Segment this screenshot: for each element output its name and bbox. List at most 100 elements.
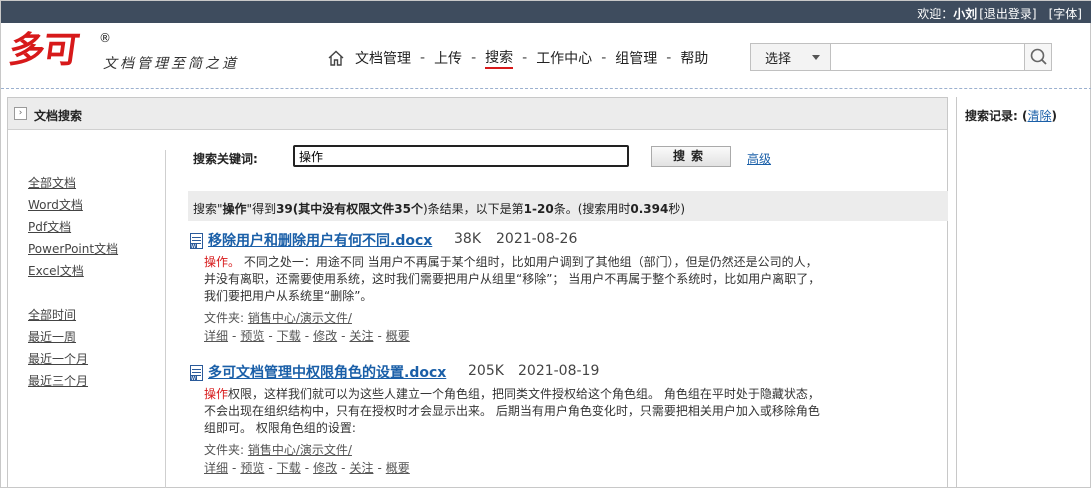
summary-text: 秒) [668, 202, 686, 216]
result-date: 2021-08-26 [496, 231, 578, 247]
summary-text: )条结果，以下是第 [422, 202, 524, 216]
filter-last-three-months[interactable]: 最近三个月 [28, 370, 88, 392]
filter-last-month[interactable]: 最近一个月 [28, 348, 88, 370]
time-filter-group: 全部时间 最近一周 最近一个月 最近三个月 [28, 304, 88, 392]
panel-title: 文档搜索 [34, 109, 83, 123]
summary-range: 1-20 [523, 202, 554, 216]
action-preview[interactable]: 预览 [240, 461, 264, 475]
snippet-highlight: 操作。 [204, 255, 241, 269]
nav-item-docs[interactable]: 文档管理 [355, 48, 411, 68]
summary-no-permission: 35个 [394, 202, 423, 216]
snippet-text: 权限，这样我们就可以为这些人建立一个角色组，把同类文件授权给这个角色组。 角色组… [204, 387, 820, 435]
clear-history-link[interactable]: 清除 [1027, 109, 1051, 123]
result-size: 205K [468, 363, 504, 379]
nav-separator: - [666, 50, 672, 66]
action-summary[interactable]: 概要 [386, 461, 410, 475]
result-folder: 文件夹: 销售中心/演示文件/ [204, 441, 352, 458]
folder-label: 文件夹: [204, 443, 248, 457]
action-download[interactable]: 下载 [277, 329, 301, 343]
snippet-text: 不同之处一：用途不同 当用户不再属于某个组时，比如用户调到了其他组（部门），但是… [204, 255, 821, 303]
chevron-down-icon [812, 55, 820, 60]
nav-item-groups[interactable]: 组管理 [615, 48, 657, 68]
action-preview[interactable]: 预览 [240, 329, 264, 343]
logout-link[interactable]: [退出登录] [979, 7, 1036, 21]
result-snippet: 操作权限，这样我们就可以为这些人建立一个角色组，把同类文件授权给这个角色组。 角… [204, 386, 822, 437]
result-title[interactable]: 多可文档管理中权限角色的设置.docx [208, 362, 446, 382]
nav-separator: - [471, 50, 477, 66]
registered-mark: ® [99, 31, 111, 45]
slogan: 文档管理至简之道 [103, 56, 239, 72]
advanced-search-link[interactable]: 高级 [747, 150, 771, 167]
search-history-label: 搜索记录: (清除) [965, 107, 1057, 124]
nav-item-help[interactable]: 帮助 [680, 48, 708, 68]
action-detail[interactable]: 详细 [204, 329, 228, 343]
result-summary: 搜索"操作"得到39(其中没有权限文件35个)条结果，以下是第1-20条。(搜索… [188, 191, 948, 221]
result-actions: 详细 - 预览 - 下载 - 修改 - 关注 - 概要 [204, 461, 410, 475]
panel-header: › 文档搜索 [8, 98, 947, 130]
summary-text: "得到 [246, 202, 277, 216]
history-paren: ) [1051, 109, 1057, 123]
filter-sidebar: 全部文档 Word文档 Pdf文档 PowerPoint文档 Excel文档 全… [8, 130, 165, 488]
result-folder: 文件夹: 销售中心/演示文件/ [204, 309, 352, 326]
search-button[interactable]: 搜索 [651, 146, 731, 167]
summary-text: 搜索" [193, 202, 223, 216]
main-nav: 文档管理 - 上传 - 搜索 - 工作中心 - 组管理 - 帮助 [327, 47, 708, 69]
folder-label: 文件夹: [204, 311, 248, 325]
keyword-input[interactable] [293, 145, 629, 167]
result-title[interactable]: 移除用户和删除用户有何不同.docx [208, 230, 432, 250]
folder-link[interactable]: 销售中心/演示文件/ [248, 311, 352, 325]
search-scope-label: 选择 [765, 52, 792, 67]
filter-all-docs[interactable]: 全部文档 [28, 172, 118, 194]
collapse-toggle-icon[interactable]: › [14, 107, 27, 120]
action-follow[interactable]: 关注 [349, 461, 373, 475]
snippet-highlight: 操作 [204, 387, 229, 401]
history-label-text: 搜索记录: [965, 109, 1018, 123]
logo[interactable]: 多可 [6, 30, 80, 71]
filter-excel[interactable]: Excel文档 [28, 260, 118, 282]
summary-time: 0.394 [630, 202, 669, 216]
svg-text:W: W [191, 376, 196, 381]
top-search-input[interactable] [831, 44, 1024, 70]
filter-pdf[interactable]: Pdf文档 [28, 216, 118, 238]
filter-last-week[interactable]: 最近一周 [28, 326, 88, 348]
search-icon [1030, 48, 1047, 65]
nav-item-workcenter[interactable]: 工作中心 [536, 48, 592, 68]
keyword-label: 搜索关键词: [193, 152, 258, 166]
action-edit[interactable]: 修改 [313, 329, 337, 343]
action-summary[interactable]: 概要 [386, 329, 410, 343]
svg-text:W: W [191, 244, 196, 249]
result-actions: 详细 - 预览 - 下载 - 修改 - 关注 - 概要 [204, 329, 410, 343]
search-content: 搜索关键词: 搜索 高级 搜索"操作"得到39(其中没有权限文件35个)条结果，… [188, 130, 948, 488]
word-doc-icon: W [190, 233, 203, 249]
folder-link[interactable]: 销售中心/演示文件/ [248, 443, 352, 457]
search-panel: › 文档搜索 全部文档 Word文档 Pdf文档 PowerPoint文档 Ex… [7, 97, 948, 488]
filter-powerpoint[interactable]: PowerPoint文档 [28, 238, 118, 260]
home-icon[interactable] [327, 49, 345, 67]
nav-separator: - [601, 50, 607, 66]
summary-text: 条。(搜索用时 [553, 202, 631, 216]
header: 多可 ® 文档管理至简之道 文档管理 - 上传 - 搜索 - 工作中心 - 组管… [1, 23, 1091, 89]
filter-word[interactable]: Word文档 [28, 194, 118, 216]
nav-item-search[interactable]: 搜索 [485, 47, 514, 69]
action-edit[interactable]: 修改 [313, 461, 337, 475]
nav-separator: - [522, 50, 528, 66]
result-snippet: 操作。 不同之处一：用途不同 当用户不再属于某个组时，比如用户调到了其他组（部门… [204, 254, 822, 305]
filter-all-time[interactable]: 全部时间 [28, 304, 88, 326]
type-filter-group: 全部文档 Word文档 Pdf文档 PowerPoint文档 Excel文档 [28, 172, 118, 282]
user-area: 欢迎：小刘 [退出登录] [字体] [917, 5, 1082, 22]
summary-total: 39 [276, 202, 293, 216]
font-link[interactable]: [字体] [1049, 7, 1082, 21]
action-follow[interactable]: 关注 [349, 329, 373, 343]
username: 小刘 [953, 7, 978, 21]
search-history-panel: 搜索记录: (清除) [956, 97, 1091, 488]
result-size: 38K [454, 231, 481, 247]
summary-text: (其中没有权限文件 [292, 202, 395, 216]
action-detail[interactable]: 详细 [204, 461, 228, 475]
action-download[interactable]: 下载 [277, 461, 301, 475]
result-date: 2021-08-19 [518, 363, 600, 379]
top-search-button[interactable] [1024, 44, 1051, 70]
word-doc-icon: W [190, 365, 203, 381]
search-scope-select[interactable]: 选择 [751, 44, 831, 70]
nav-item-upload[interactable]: 上传 [434, 48, 462, 68]
nav-separator: - [420, 50, 426, 66]
